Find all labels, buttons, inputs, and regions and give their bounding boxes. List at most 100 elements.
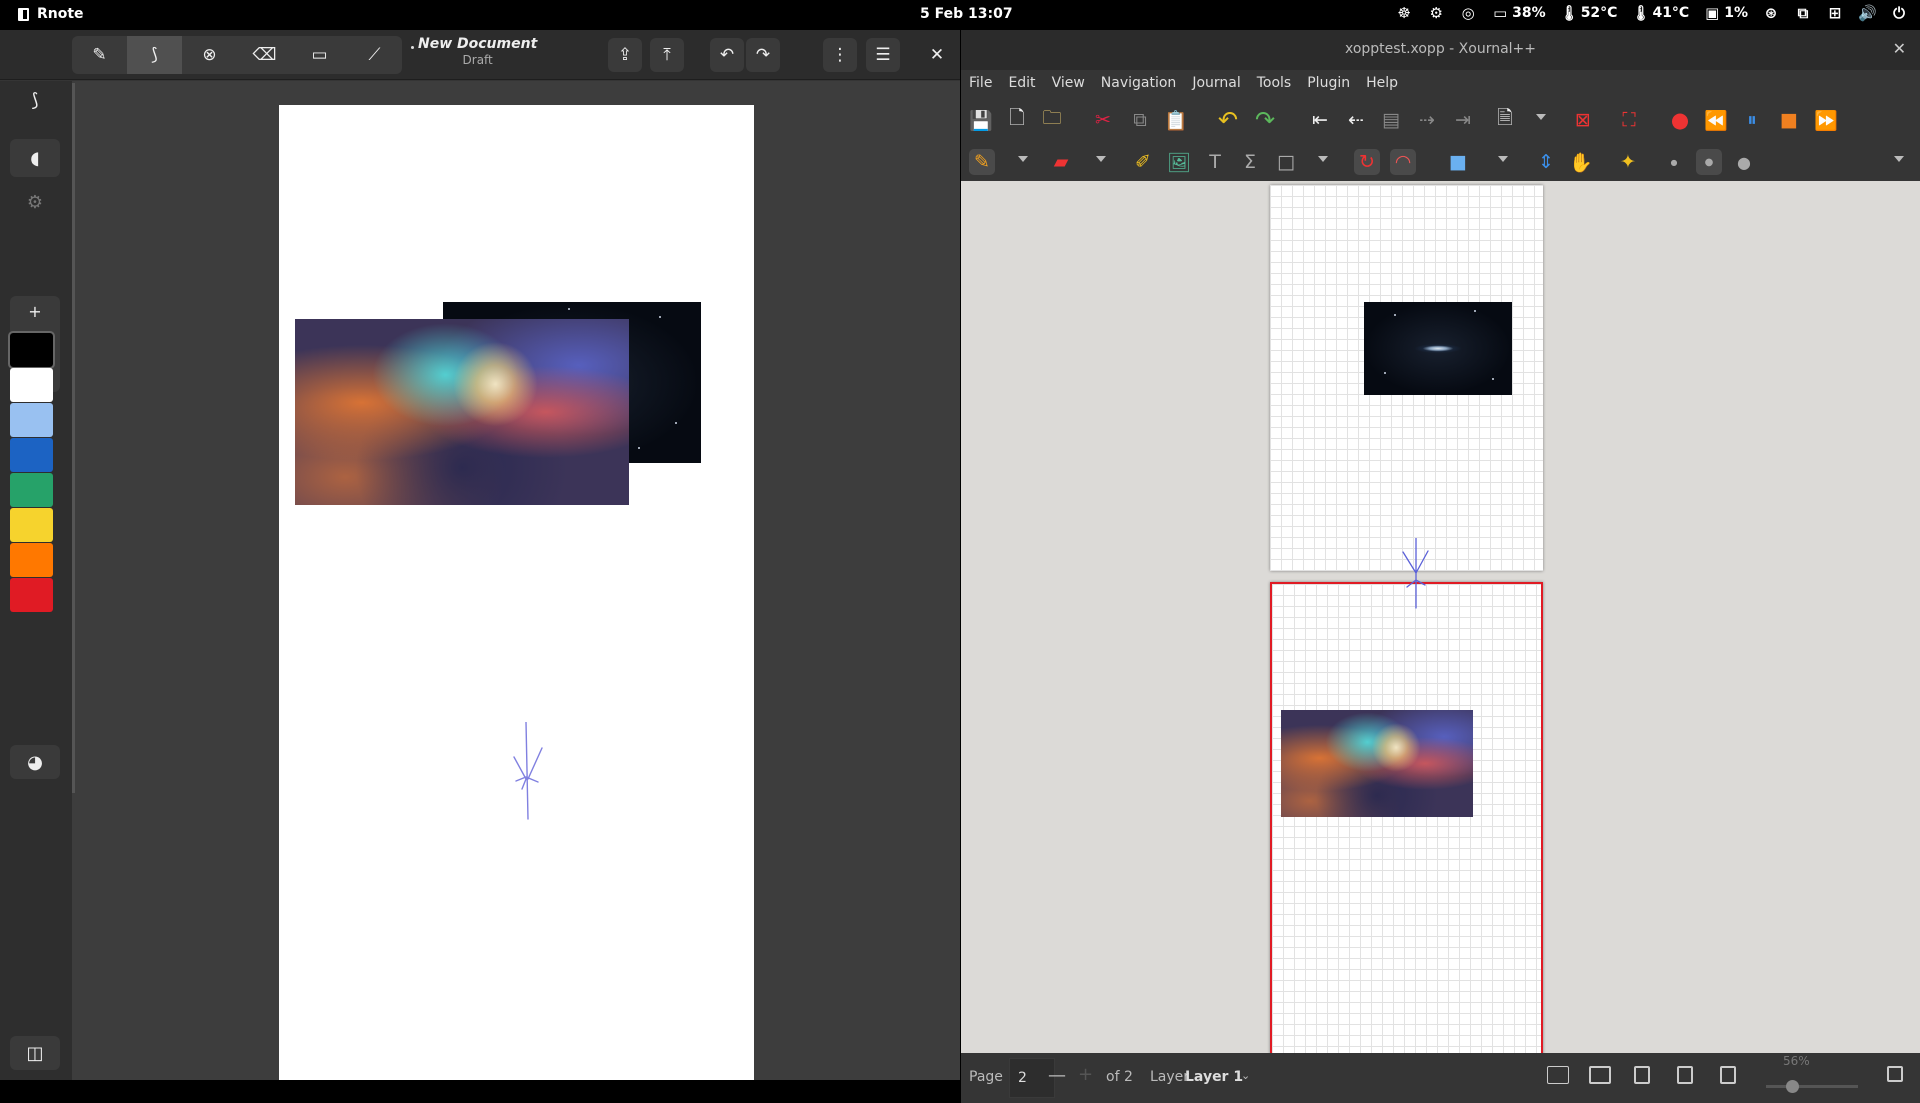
cpu-temp-indicator[interactable]: 🌡 52°C <box>1560 4 1618 22</box>
selector-tool-button[interactable]: ⊗ <box>182 36 237 74</box>
power-icon[interactable]: ⏻ <box>1890 4 1908 22</box>
zoom-slider-handle[interactable] <box>1786 1080 1799 1093</box>
pen-stroke-drawing[interactable] <box>504 722 554 822</box>
screenshot-icon[interactable]: ◎ <box>1459 4 1477 22</box>
eraser-tool-button[interactable]: ▰ <box>1048 149 1074 175</box>
record-button[interactable]: ● <box>1667 107 1693 133</box>
first-page-button[interactable]: ⇤ <box>1307 107 1333 133</box>
eraser-dropdown[interactable] <box>1096 156 1106 162</box>
settings-extension-icon[interactable]: ⚙ <box>1427 4 1445 22</box>
typewriter-tool-button[interactable]: ▭ <box>292 36 347 74</box>
increase-width-button[interactable]: + <box>10 296 60 328</box>
color-swatch[interactable] <box>8 331 55 369</box>
open-button[interactable]: 🗀 <box>1039 107 1065 133</box>
shaper-settings-button[interactable]: ⟆ <box>10 81 60 119</box>
volume-icon[interactable]: 🔊 <box>1858 4 1877 22</box>
text-tool-button[interactable]: T <box>1202 149 1228 175</box>
vpn-icon[interactable]: ⊛ <box>1762 4 1780 22</box>
clock[interactable]: 5 Feb 13:07 <box>920 6 1013 22</box>
menu-view[interactable]: View <box>1044 70 1093 98</box>
nebula-image[interactable] <box>295 319 629 505</box>
more-menu-button[interactable]: ⋮ <box>823 38 857 72</box>
shape-config-button[interactable]: ⚙ <box>10 183 60 221</box>
rnote-page[interactable] <box>279 105 754 1080</box>
menu-help[interactable]: Help <box>1358 70 1406 98</box>
menu-tools[interactable]: Tools <box>1249 70 1300 98</box>
color-swatch[interactable] <box>10 368 53 402</box>
toolbar-overflow-dropdown[interactable] <box>1894 156 1904 162</box>
color-picker-button[interactable]: ◕ <box>10 745 60 779</box>
select-dropdown[interactable] <box>1498 156 1508 162</box>
default-tool-button[interactable]: ✦ <box>1615 149 1641 175</box>
battery-indicator[interactable]: ▭ 38% <box>1491 4 1546 22</box>
close-window-button[interactable]: ✕ <box>1893 39 1906 58</box>
zoom-slider[interactable] <box>1766 1080 1858 1093</box>
color-swatch[interactable] <box>10 438 53 472</box>
disk-indicator[interactable]: ▣ 1% <box>1703 4 1748 22</box>
snapping-button[interactable]: ◠ <box>1390 149 1416 175</box>
dual-page-icon[interactable] <box>1547 1066 1569 1084</box>
shape-dropdown[interactable] <box>1318 156 1328 162</box>
color-swatch[interactable] <box>10 403 53 437</box>
toggle-sidebar-button[interactable]: ◫ <box>10 1036 60 1070</box>
vertical-scrollbar[interactable] <box>72 83 75 793</box>
menu-plugin[interactable]: Plugin <box>1299 70 1358 98</box>
highlighter-tool-button[interactable]: ✐ <box>1130 149 1156 175</box>
rewind-button[interactable]: ⏪ <box>1703 107 1729 133</box>
last-page-button[interactable]: ⇥ <box>1450 107 1476 133</box>
shaper-tool-button[interactable]: ⟆ <box>127 36 182 74</box>
redo-button[interactable]: ↷ <box>746 38 780 72</box>
save-button[interactable]: 💾 <box>968 107 994 133</box>
previous-page-button[interactable]: ⇠ <box>1343 107 1369 133</box>
paste-button[interactable]: 📋 <box>1163 107 1189 133</box>
goto-page-button[interactable]: ▤ <box>1378 107 1404 133</box>
delete-page-button[interactable]: ⊠ <box>1570 107 1596 133</box>
vertical-space-button[interactable]: ⇕ <box>1533 149 1559 175</box>
select-rect-button[interactable]: ■ <box>1445 149 1471 175</box>
thin-size-button[interactable]: ● <box>1661 149 1687 175</box>
fullscreen-button[interactable]: ⛶ <box>1616 107 1642 133</box>
thick-size-button[interactable]: ● <box>1731 149 1757 175</box>
new-button[interactable]: 🗋 <box>1004 107 1030 133</box>
color-swatch[interactable] <box>10 543 53 577</box>
presentation-icon[interactable] <box>1634 1066 1650 1084</box>
menu-journal[interactable]: Journal <box>1184 70 1248 98</box>
xournal-page-1[interactable] <box>1270 185 1543 571</box>
color-swatch[interactable] <box>10 473 53 507</box>
pen-tool-button[interactable]: ✎ <box>969 149 995 175</box>
stop-button[interactable]: ■ <box>1776 107 1802 133</box>
hand-tool-button[interactable]: ✋ <box>1568 149 1594 175</box>
layer-dropdown-icon[interactable]: ⌄ <box>1241 1069 1250 1082</box>
shape-style-button[interactable]: ◖ <box>10 139 60 177</box>
medium-size-button[interactable]: ● <box>1696 149 1722 175</box>
export-button[interactable]: ⇪ <box>608 38 642 72</box>
insert-page-dropdown[interactable] <box>1536 114 1546 120</box>
tools-tool-button[interactable]: ⟋ <box>347 36 402 74</box>
image-tool-button[interactable]: 🖼 <box>1166 149 1192 175</box>
window-icon[interactable]: ⧉ <box>1794 4 1812 22</box>
xournal-document-area[interactable] <box>961 181 1920 1053</box>
color-swatch[interactable] <box>10 578 53 612</box>
fast-forward-button[interactable]: ⏩ <box>1813 107 1839 133</box>
shape-tool-button[interactable]: □ <box>1273 149 1299 175</box>
xournal-page-2[interactable] <box>1270 582 1543 1053</box>
menu-file[interactable]: File <box>961 70 1000 98</box>
nebula-image[interactable] <box>1281 710 1473 817</box>
undo-button[interactable]: ↶ <box>710 38 744 72</box>
import-button[interactable]: ⤒ <box>650 38 684 72</box>
network-icon[interactable]: ⊞ <box>1826 4 1844 22</box>
copy-button[interactable]: ⧉ <box>1127 107 1153 133</box>
cut-button[interactable]: ✂ <box>1090 107 1116 133</box>
shape-recognizer-button[interactable]: ↻ <box>1354 149 1380 175</box>
insert-page-button[interactable]: 🗎 <box>1492 107 1518 133</box>
close-window-button[interactable]: ✕ <box>920 38 954 72</box>
single-page-icon[interactable] <box>1589 1066 1611 1084</box>
status-indicators[interactable]: ☸ ⚙ ◎ ▭ 38% 🌡 52°C 🌡 41°C ▣ 1% ⊛ ⧉ ⊞ 🔊 ⏻ <box>1395 4 1908 22</box>
extension-icon[interactable]: ☸ <box>1395 4 1413 22</box>
galaxy-image[interactable] <box>1364 302 1512 395</box>
page-decrement-button[interactable]: — <box>1048 1065 1066 1086</box>
redo-button[interactable]: ↷ <box>1252 106 1278 134</box>
eraser-tool-button[interactable]: ⌫ <box>237 36 292 74</box>
app-menu[interactable]: Rnote <box>18 6 84 22</box>
next-page-button[interactable]: ⇢ <box>1414 107 1440 133</box>
